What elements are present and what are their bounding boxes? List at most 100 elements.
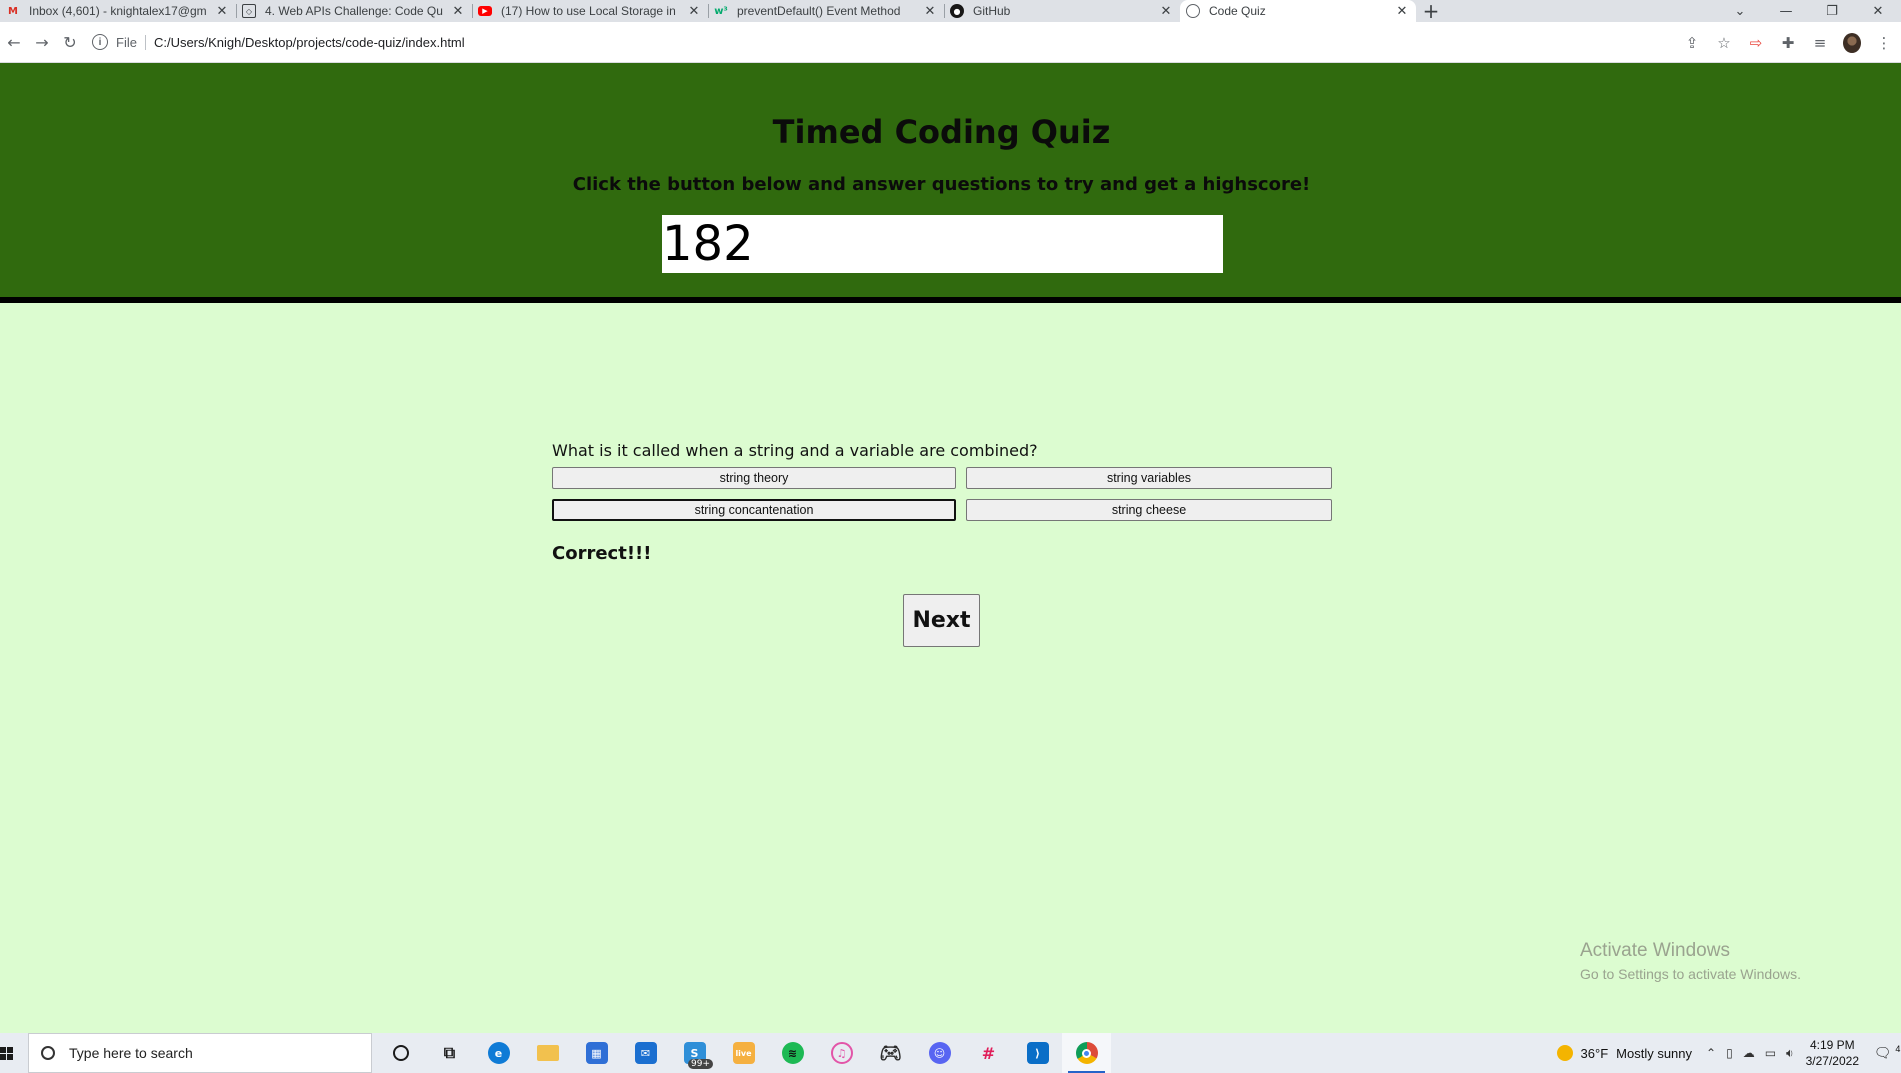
answer-feedback: Correct!!!: [552, 543, 652, 564]
weather-widget[interactable]: 36°F Mostly sunny: [1556, 1045, 1692, 1061]
back-icon[interactable]: ←: [0, 33, 28, 52]
notification-center-button[interactable]: 🗨︎ 4: [1873, 1044, 1901, 1062]
browser-toolbar: ← → ↻ i File C:/Users/Knigh/Desktop/proj…: [0, 22, 1901, 63]
close-icon[interactable]: ✕: [922, 4, 938, 19]
clock-date: 3/27/2022: [1805, 1054, 1859, 1068]
watermark-subtitle: Go to Settings to activate Windows.: [1580, 966, 1801, 982]
mail-button[interactable]: ✉: [621, 1033, 670, 1073]
minimize-icon[interactable]: —: [1763, 4, 1809, 19]
bookmark-star-icon[interactable]: ☆: [1715, 34, 1733, 52]
close-icon[interactable]: ✕: [450, 4, 466, 19]
search-placeholder: Type here to search: [69, 1045, 193, 1061]
close-window-icon[interactable]: ✕: [1855, 4, 1901, 19]
edge-icon: e: [487, 1042, 510, 1064]
device-icon[interactable]: ▯: [1726, 1046, 1733, 1061]
profile-avatar[interactable]: [1843, 32, 1861, 53]
answer-button-selected[interactable]: string concantenation: [552, 499, 956, 521]
live-icon: live: [732, 1042, 755, 1064]
timer-display: 182: [662, 215, 1223, 273]
page-subtitle: Click the button below and answer questi…: [572, 174, 1311, 195]
share-icon[interactable]: ⇪: [1683, 34, 1701, 52]
vscode-icon: ⟩: [1026, 1042, 1049, 1064]
slack-button[interactable]: #: [964, 1033, 1013, 1073]
tab-title: 4. Web APIs Challenge: Code Qu: [265, 4, 443, 18]
reload-icon[interactable]: ↻: [56, 33, 84, 52]
start-button[interactable]: [0, 1033, 28, 1073]
toolbar-actions: ⇪ ☆ ⇨ ✚ ≡ ⋮: [1683, 22, 1893, 63]
quiz-header: Timed Coding Quiz Click the button below…: [0, 63, 1901, 303]
itunes-button[interactable]: ♫: [817, 1033, 866, 1073]
tab-github[interactable]: ● GitHub ✕: [944, 0, 1180, 22]
taskbar-search[interactable]: Type here to search: [28, 1033, 372, 1073]
system-tray: 36°F Mostly sunny ⌃ ▯ ☁ ▭ 🔉︎ 4:19 PM 3/2…: [1556, 1033, 1901, 1073]
slack-icon: #: [981, 1043, 996, 1063]
close-icon[interactable]: ✕: [214, 4, 230, 19]
forward-icon[interactable]: →: [28, 33, 56, 52]
github-icon: ●: [950, 4, 964, 18]
volume-icon[interactable]: 🔉︎: [1786, 1046, 1794, 1061]
discord-icon: ☺: [928, 1042, 951, 1064]
answer-grid: string theory string variables string co…: [552, 467, 1332, 523]
url-text[interactable]: C:/Users/Knigh/Desktop/projects/code-qui…: [154, 35, 465, 50]
bootcamp-icon: ◇: [242, 4, 256, 18]
tab-w3schools[interactable]: w³ preventDefault() Event Method ✕: [708, 0, 944, 22]
w3schools-icon: w³: [714, 5, 728, 17]
spotify-button[interactable]: ≋: [768, 1033, 817, 1073]
address-bar[interactable]: i File C:/Users/Knigh/Desktop/projects/c…: [92, 27, 1652, 57]
discord-button[interactable]: ☺: [915, 1033, 964, 1073]
vscode-button[interactable]: ⟩: [1013, 1033, 1062, 1073]
microsoft-store-icon: ▦: [585, 1042, 608, 1064]
tab-gmail[interactable]: M Inbox (4,601) - knightalex17@gm ✕: [0, 0, 236, 22]
next-button[interactable]: Next: [903, 594, 980, 647]
task-view-button[interactable]: ⧉: [425, 1033, 474, 1073]
cortana-button[interactable]: [376, 1033, 425, 1073]
tab-title: (17) How to use Local Storage in: [501, 4, 676, 18]
extension-icon[interactable]: ⇨: [1747, 34, 1765, 52]
chrome-button[interactable]: [1062, 1033, 1111, 1073]
menu-icon[interactable]: ⋮: [1875, 34, 1893, 52]
tab-code-quiz[interactable]: Code Quiz ✕: [1180, 0, 1416, 22]
notification-icon: 🗨︎: [1873, 1044, 1892, 1061]
tab-web-apis-challenge[interactable]: ◇ 4. Web APIs Challenge: Code Qu ✕: [236, 0, 472, 22]
answer-button[interactable]: string theory: [552, 467, 956, 489]
extensions-puzzle-icon[interactable]: ✚: [1779, 34, 1797, 52]
live-button[interactable]: live: [719, 1033, 768, 1073]
scheme-label: File: [116, 34, 146, 50]
taskbar-clock[interactable]: 4:19 PM 3/27/2022: [1806, 1037, 1859, 1069]
microsoft-store-button[interactable]: ▦: [572, 1033, 621, 1073]
tab-search-icon[interactable]: ⌄: [1717, 4, 1763, 19]
close-icon[interactable]: ✕: [1158, 4, 1174, 19]
chevron-up-icon[interactable]: ⌃: [1706, 1046, 1716, 1061]
file-explorer-icon: [536, 1045, 559, 1061]
gmail-icon: M: [8, 5, 18, 17]
onedrive-icon[interactable]: ☁: [1743, 1046, 1755, 1061]
file-explorer-button[interactable]: [523, 1033, 572, 1073]
new-tab-button[interactable]: +: [1416, 0, 1446, 23]
cortana-icon: [392, 1045, 409, 1061]
notification-count: 4: [1895, 1044, 1901, 1055]
spotify-icon: ≋: [781, 1042, 804, 1064]
game-button[interactable]: 🎮︎: [866, 1033, 915, 1073]
chrome-icon: [1075, 1042, 1098, 1064]
answer-button[interactable]: string variables: [966, 467, 1332, 489]
weather-sun-icon: [1556, 1045, 1573, 1061]
tab-title: GitHub: [973, 4, 1011, 18]
close-icon[interactable]: ✕: [1394, 4, 1410, 19]
answer-button[interactable]: string cheese: [966, 499, 1332, 521]
edge-button[interactable]: e: [474, 1033, 523, 1073]
watermark-title: Activate Windows: [1580, 940, 1730, 961]
info-icon[interactable]: i: [92, 34, 108, 50]
page-content: Timed Coding Quiz Click the button below…: [0, 63, 1901, 1033]
network-icon[interactable]: ▭: [1765, 1046, 1776, 1061]
tab-title: Inbox (4,601) - knightalex17@gm: [29, 4, 207, 18]
tab-title: preventDefault() Event Method: [737, 4, 901, 18]
mail-icon: ✉: [634, 1042, 657, 1064]
globe-icon: [1186, 4, 1200, 18]
task-view-icon: ⧉: [443, 1043, 456, 1062]
question-card: What is it called when a string and a va…: [552, 441, 1332, 564]
tab-youtube[interactable]: ▶ (17) How to use Local Storage in ✕: [472, 0, 708, 22]
restore-icon[interactable]: ❐: [1809, 4, 1855, 19]
reading-list-icon[interactable]: ≡: [1811, 34, 1829, 52]
close-icon[interactable]: ✕: [686, 4, 702, 19]
teams-button[interactable]: S 99+: [670, 1033, 719, 1073]
